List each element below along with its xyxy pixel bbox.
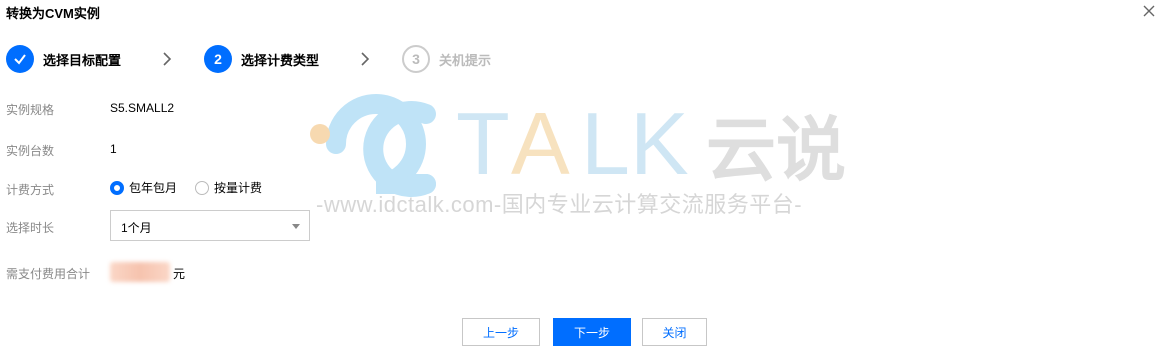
svg-text:LK: LK: [581, 94, 689, 193]
close-icon[interactable]: [1141, 3, 1157, 19]
svg-text:A: A: [511, 94, 570, 193]
watermark-url: -www.idctalk.com-国内专业云计算交流服务平台-: [316, 192, 803, 217]
step-1: 选择目标配置: [6, 45, 121, 73]
count-label: 实例台数: [6, 144, 55, 158]
svg-text:云说: 云说: [706, 109, 846, 191]
step-2: 2 选择计费类型: [204, 45, 319, 73]
radio-unchecked-icon: [195, 180, 210, 195]
check-icon: [6, 45, 34, 73]
total-unit: 元: [173, 267, 186, 281]
count-value: 1: [110, 142, 117, 156]
chevron-right-icon: [163, 52, 172, 66]
close-button[interactable]: 关闭: [642, 318, 707, 346]
radio-pay-as-you-go[interactable]: 按量计费: [195, 179, 262, 196]
next-button[interactable]: 下一步: [553, 318, 631, 346]
total-price-blurred: [110, 262, 170, 282]
prev-button[interactable]: 上一步: [462, 318, 540, 346]
radio-checked-icon: [110, 180, 124, 195]
radio-monthly[interactable]: 包年包月: [110, 179, 177, 196]
step-3: 3 关机提示: [402, 45, 491, 73]
step-number-3: 3: [402, 45, 430, 73]
radio-pay-as-you-go-label: 按量计费: [214, 181, 263, 195]
step-number-2: 2: [204, 45, 232, 73]
billing-radio-group: 包年包月 按量计费: [110, 179, 280, 196]
total-label: 需支付费用合计: [6, 267, 91, 281]
spec-label: 实例规格: [6, 103, 55, 117]
spec-value: S5.SMALL2: [110, 101, 175, 115]
step-label-shutdown-notice: 关机提示: [439, 52, 492, 68]
watermark-brand: T: [456, 94, 510, 193]
step-label-select-target-config: 选择目标配置: [43, 52, 122, 68]
duration-select-value: 1个月: [121, 221, 152, 235]
dialog-title: 转换为CVM实例: [6, 6, 100, 21]
billing-label: 计费方式: [6, 183, 55, 197]
caret-down-icon: [292, 224, 300, 229]
duration-select[interactable]: 1个月: [110, 210, 310, 241]
radio-monthly-label: 包年包月: [129, 181, 178, 195]
duration-label: 选择时长: [6, 221, 55, 235]
step-label-select-billing-type: 选择计费类型: [241, 52, 320, 68]
chevron-right-icon: [361, 52, 370, 66]
